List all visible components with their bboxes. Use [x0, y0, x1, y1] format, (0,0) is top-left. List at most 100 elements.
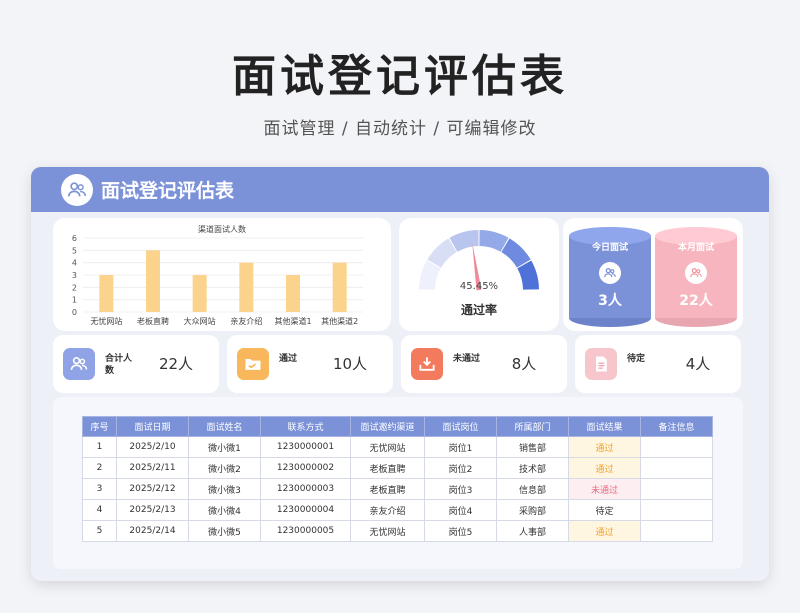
interview-count-panel: 今日面试 3人 本月面试 22人 [563, 218, 743, 331]
table-cell[interactable] [640, 520, 713, 542]
stat-pass: 通过 10人 [227, 335, 393, 393]
card-title: 面试登记评估表 [101, 180, 235, 202]
y-tick-label: 6 [72, 234, 77, 243]
table-cell[interactable]: 岗位1 [424, 436, 497, 458]
result-cell[interactable]: 通过 [568, 520, 641, 542]
table-cell[interactable]: 1 [82, 436, 117, 458]
interview-table: 序号 面试日期 面试姓名 联系方式 面试邀约渠道 面试岗位 所属部门 面试结果 备注信息 1 20… [82, 416, 713, 542]
table-header-row: 序号 面试日期 面试姓名 联系方式 面试邀约渠道 面试岗位 所属部门 面试结果 备注信息 [82, 416, 713, 437]
table-cell[interactable]: 2025/2/13 [116, 499, 189, 521]
table-cell[interactable]: 老板直聘 [350, 478, 425, 500]
bar [192, 275, 207, 312]
table-cell[interactable]: 2025/2/10 [116, 436, 189, 458]
pass-rate-label: 通过率 [460, 303, 497, 317]
table-cell[interactable]: 微小微2 [188, 457, 261, 479]
table-row[interactable]: 3 2025/2/12 微小微3 1230000003 老板直聘 岗位3 信息部 未通过 [82, 478, 713, 500]
dashboard-card: 面试登记评估表 渠道面试人数 0 1 2 3 4 5 6 无忧网站 老板直聘 大众网站 亲友介绍 其他… [31, 167, 769, 581]
table-cell[interactable]: 微小微5 [188, 520, 261, 542]
table-cell[interactable]: 信息部 [496, 478, 569, 500]
table-cell[interactable]: 岗位2 [424, 457, 497, 479]
channel-chart-panel: 渠道面试人数 0 1 2 3 4 5 6 无忧网站 老板直聘 大众网站 亲友介绍 其他渠道1 其他渠道2 [53, 218, 391, 331]
x-tick-label: 亲友介绍 [230, 316, 262, 326]
table-cell[interactable]: 1230000005 [260, 520, 351, 542]
table-cell[interactable]: 2025/2/14 [116, 520, 189, 542]
table-cell[interactable]: 1230000002 [260, 457, 351, 479]
page-title: 面试登记评估表 [232, 51, 568, 102]
table-cell[interactable] [640, 436, 713, 458]
table-cell[interactable]: 微小微3 [188, 478, 261, 500]
table-cell[interactable] [640, 478, 713, 500]
result-cell[interactable]: 通过 [568, 457, 641, 479]
table-cell[interactable]: 2 [82, 457, 117, 479]
bar [146, 250, 160, 312]
table-cell[interactable]: 3 [82, 478, 117, 500]
table-cell[interactable]: 技术部 [496, 457, 569, 479]
stat-pass-label: 通过 [279, 354, 298, 364]
table-header-cell: 面试邀约渠道 [350, 416, 425, 437]
month-interview-value: 22人 [679, 293, 713, 309]
month-interview-cylinder: 本月面试 22人 [655, 227, 737, 327]
stat-fail: 未通过 8人 [401, 335, 567, 393]
table-cell[interactable]: 1230000003 [260, 478, 351, 500]
table-cell[interactable]: 1230000001 [260, 436, 351, 458]
table-cell[interactable]: 岗位5 [424, 520, 497, 542]
y-tick-label: 1 [72, 296, 77, 305]
table-cell[interactable]: 无忧网站 [350, 520, 425, 542]
y-tick-label: 4 [72, 259, 77, 268]
table-row[interactable]: 5 2025/2/14 微小微5 1230000005 无忧网站 岗位5 人事部 通过 [82, 520, 713, 542]
table-cell[interactable]: 销售部 [496, 436, 569, 458]
table-cell[interactable]: 无忧网站 [350, 436, 425, 458]
pass-rate-panel: 45.45% 通过率 [399, 218, 559, 331]
stat-total: 合计人数 22人 [53, 335, 219, 393]
result-cell[interactable]: 待定 [568, 499, 641, 521]
folder-icon [237, 348, 269, 380]
table-cell[interactable] [640, 457, 713, 479]
x-tick-label: 其他渠道1 [274, 316, 311, 326]
stat-total-label: 合计人数 [105, 354, 133, 376]
stat-pending: 待定 4人 [575, 335, 741, 393]
bar [332, 262, 347, 312]
pass-rate-value: 45.45% [459, 281, 499, 292]
table-row[interactable]: 2 2025/2/11 微小微2 1230000002 老板直聘 岗位2 技术部 通过 [82, 457, 713, 479]
table-header-cell: 联系方式 [260, 416, 351, 437]
stat-pending-value: 4人 [685, 355, 711, 373]
stat-pass-value: 10人 [332, 355, 368, 373]
table-cell[interactable]: 2025/2/12 [116, 478, 189, 500]
table-header-cell: 面试日期 [116, 416, 189, 437]
table-cell[interactable]: 4 [82, 499, 117, 521]
table-header-cell: 所属部门 [496, 416, 569, 437]
table-cell[interactable] [640, 499, 713, 521]
today-interview-cylinder: 今日面试 3人 [569, 227, 651, 327]
card-header: 面试登记评估表 [31, 167, 769, 212]
x-tick-label: 其他渠道2 [321, 316, 358, 326]
y-tick-label: 5 [72, 246, 77, 255]
interview-table-panel: 序号 面试日期 面试姓名 联系方式 面试邀约渠道 面试岗位 所属部门 面试结果 备注信息 1 20… [53, 397, 743, 569]
table-header-cell: 面试姓名 [188, 416, 261, 437]
bar [239, 262, 254, 312]
table-cell[interactable]: 微小微1 [188, 436, 261, 458]
document-icon [585, 348, 617, 380]
table-header-cell: 面试结果 [568, 416, 641, 437]
y-tick-label: 2 [72, 283, 77, 292]
bar [286, 275, 300, 312]
table-cell[interactable]: 微小微4 [188, 499, 261, 521]
today-interview-label: 今日面试 [591, 243, 628, 253]
table-cell[interactable]: 岗位3 [424, 478, 497, 500]
table-cell[interactable]: 岗位4 [424, 499, 497, 521]
result-cell[interactable]: 通过 [568, 436, 641, 458]
table-cell[interactable]: 5 [82, 520, 117, 542]
table-row[interactable]: 1 2025/2/10 微小微1 1230000001 无忧网站 岗位1 销售部 通过 [82, 436, 713, 458]
table-cell[interactable]: 采购部 [496, 499, 569, 521]
stat-total-value: 22人 [158, 355, 194, 373]
table-cell[interactable]: 老板直聘 [350, 457, 425, 479]
user-icon [599, 262, 621, 284]
table-cell[interactable]: 1230000004 [260, 499, 351, 521]
month-interview-label: 本月面试 [677, 243, 714, 253]
table-row[interactable]: 4 2025/2/13 微小微4 1230000004 亲友介绍 岗位4 采购部 待定 [82, 499, 713, 521]
table-header-cell: 面试岗位 [424, 416, 497, 437]
table-cell[interactable]: 人事部 [496, 520, 569, 542]
result-cell[interactable]: 未通过 [568, 478, 641, 500]
table-cell[interactable]: 2025/2/11 [116, 457, 189, 479]
table-cell[interactable]: 亲友介绍 [350, 499, 425, 521]
table-header-cell: 序号 [82, 416, 117, 437]
